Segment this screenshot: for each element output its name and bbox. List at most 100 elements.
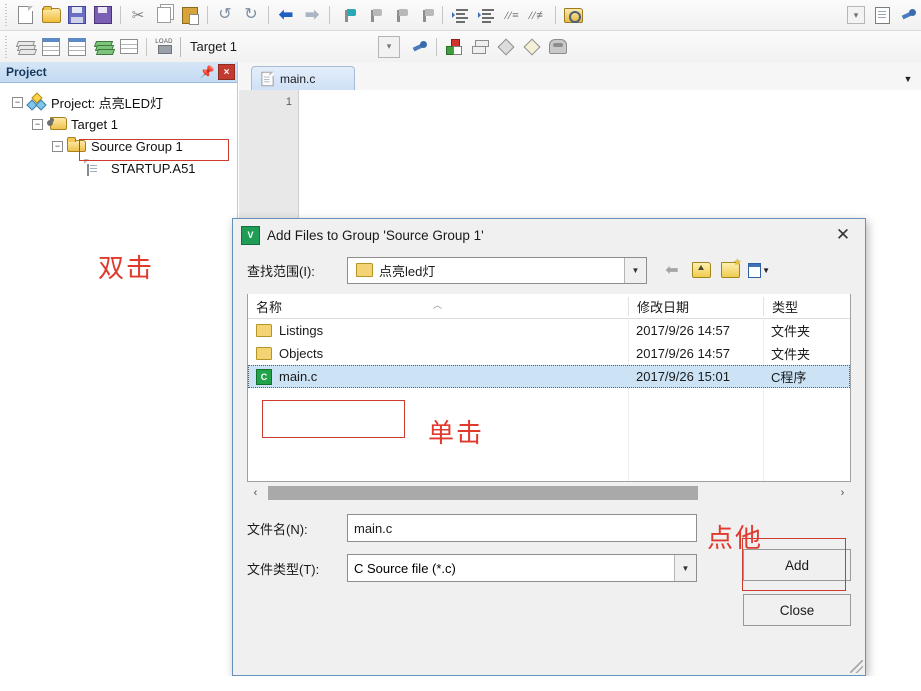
open-file-icon[interactable]	[38, 2, 64, 28]
clear-bookmarks-icon[interactable]	[412, 2, 438, 28]
left-bottom-filler	[0, 676, 239, 691]
file-icon	[261, 71, 274, 86]
manage-components-icon[interactable]	[441, 34, 467, 60]
add-button[interactable]: Add	[743, 549, 851, 581]
toolbar-separator	[329, 6, 330, 24]
translate-icon[interactable]	[12, 34, 38, 60]
file-list-horizontal-scrollbar[interactable]: ‹ ›	[247, 484, 851, 502]
sort-ascending-icon: ︿	[433, 299, 443, 310]
project-panel-titlebar: Project 📌 ×	[0, 62, 237, 83]
toolbar-area: ✂ ↺ ↻ ⬅ ➡ //≡ //≢ ▾ LOAD Target 1 ▾	[0, 0, 921, 63]
toolbar-separator	[268, 6, 269, 24]
file-type-cell: 文件夹	[771, 347, 811, 362]
stop-build-icon[interactable]	[116, 34, 142, 60]
back-arrow-icon[interactable]: ⬅	[661, 259, 683, 281]
rebuild-icon[interactable]	[64, 34, 90, 60]
new-file-icon[interactable]	[12, 2, 38, 28]
tree-item-target[interactable]: − Target 1	[0, 113, 237, 135]
scroll-right-icon[interactable]: ›	[834, 484, 851, 502]
expander-icon[interactable]: −	[32, 118, 43, 130]
toolbar-separator	[180, 36, 181, 57]
toolbar-drag-grip[interactable]	[2, 4, 10, 26]
chevron-down-icon[interactable]: ▼	[901, 72, 915, 86]
scrollbar-track[interactable]	[264, 486, 834, 500]
project-tree: − Project: 点亮LED灯 − Target 1 − Source Gr…	[0, 83, 237, 179]
comment-icon[interactable]: //≡	[499, 2, 525, 28]
expander-icon[interactable]: −	[52, 140, 63, 152]
file-list-header: 名称 ︿ 修改日期 类型	[248, 294, 850, 319]
file-list[interactable]: 名称 ︿ 修改日期 类型 Listings 2017/9/26 14:57 文件夹…	[247, 294, 851, 482]
editor-tab-bar: main.c ▼	[239, 62, 921, 91]
views-icon[interactable]: ▼	[748, 259, 770, 281]
tab-main-c[interactable]: main.c	[251, 66, 355, 90]
save-icon[interactable]	[64, 2, 90, 28]
chevron-down-icon[interactable]: ▼	[624, 257, 646, 283]
chevron-down-icon[interactable]: ▼	[674, 555, 696, 581]
scroll-left-icon[interactable]: ‹	[247, 484, 264, 502]
navigate-forward-icon[interactable]: ➡	[299, 2, 325, 28]
paste-icon[interactable]	[177, 2, 203, 28]
column-header-type[interactable]: 类型	[763, 296, 843, 316]
redo-icon[interactable]: ↻	[238, 2, 264, 28]
next-bookmark-icon[interactable]	[360, 2, 386, 28]
expander-icon[interactable]: −	[12, 96, 23, 108]
tab-label: main.c	[280, 71, 316, 86]
close-icon[interactable]: ✕	[821, 220, 865, 250]
save-all-icon[interactable]	[90, 2, 116, 28]
dialog-title: Add Files to Group 'Source Group 1'	[267, 227, 484, 243]
target-options-icon[interactable]	[406, 34, 432, 60]
build-icon[interactable]	[38, 34, 64, 60]
prev-bookmark-icon[interactable]	[386, 2, 412, 28]
toolbar-separator	[436, 37, 437, 56]
uncomment-icon[interactable]: //≢	[525, 2, 551, 28]
target-dropdown-button[interactable]: ▾	[378, 35, 400, 58]
toggle-bookmark-icon[interactable]	[334, 2, 360, 28]
configure-icon[interactable]	[869, 2, 895, 28]
cut-icon[interactable]: ✂	[125, 2, 151, 28]
dialog-nav-icons: ⬅ ▼	[661, 257, 770, 281]
tree-item-source-group[interactable]: − Source Group 1	[0, 135, 237, 157]
download-icon[interactable]: LOAD	[151, 34, 177, 60]
look-in-row: 查找范围(I): 点亮led灯 ▼ ⬅ ▼	[247, 254, 851, 286]
options-icon[interactable]	[895, 2, 921, 28]
toolbar-drag-grip[interactable]	[2, 35, 10, 58]
close-button[interactable]: Close	[743, 594, 851, 626]
column-header-name[interactable]: 名称 ︿	[248, 297, 628, 316]
resize-grip[interactable]	[850, 660, 863, 673]
tree-item-label: Target 1	[71, 116, 118, 132]
batch-build-icon[interactable]	[90, 34, 116, 60]
toolbar-separator	[146, 37, 147, 56]
navigate-back-icon[interactable]: ⬅	[273, 2, 299, 28]
new-folder-icon[interactable]	[719, 257, 742, 281]
indent-icon[interactable]	[447, 2, 473, 28]
tree-item-label: STARTUP.A51	[111, 160, 196, 176]
copy-icon[interactable]	[151, 2, 177, 28]
pack-installer-icon[interactable]	[493, 34, 519, 60]
outdent-icon[interactable]	[473, 2, 499, 28]
pin-icon[interactable]: 📌	[199, 64, 215, 80]
table-row[interactable]: Objects 2017/9/26 14:57 文件夹	[248, 342, 850, 365]
target-selector-label[interactable]: Target 1	[188, 39, 378, 54]
column-header-modified[interactable]: 修改日期	[628, 296, 763, 316]
scrollbar-thumb[interactable]	[268, 486, 698, 500]
pack-yellow-icon[interactable]	[519, 34, 545, 60]
tree-item-project[interactable]: − Project: 点亮LED灯	[0, 91, 237, 113]
tree-item-startup-file[interactable]: STARTUP.A51	[0, 157, 237, 179]
toolbar-overflow-chevron-icon[interactable]: ▾	[843, 2, 869, 28]
look-in-combobox[interactable]: 点亮led灯 ▼	[347, 256, 647, 284]
up-folder-icon[interactable]	[690, 259, 712, 281]
toolbar-row-build: LOAD Target 1 ▾	[0, 31, 921, 63]
tree-item-label: Source Group 1	[91, 138, 183, 154]
filetype-combobox[interactable]: C Source file (*.c) ▼	[347, 554, 697, 582]
folder-icon	[256, 347, 272, 360]
table-row[interactable]: Listings 2017/9/26 14:57 文件夹	[248, 319, 850, 342]
tree-item-label: Project: 点亮LED灯	[51, 95, 163, 111]
manage-run-env-icon[interactable]	[545, 34, 571, 60]
manage-layers-icon[interactable]	[467, 34, 493, 60]
filename-input[interactable]: main.c	[347, 514, 697, 542]
toolbar-separator	[207, 6, 208, 24]
undo-icon[interactable]: ↺	[212, 2, 238, 28]
close-icon[interactable]: ×	[218, 64, 235, 80]
bookmark-folder-icon[interactable]	[560, 2, 586, 28]
table-row-selected[interactable]: C main.c 2017/9/26 15:01 C程序	[248, 365, 850, 388]
